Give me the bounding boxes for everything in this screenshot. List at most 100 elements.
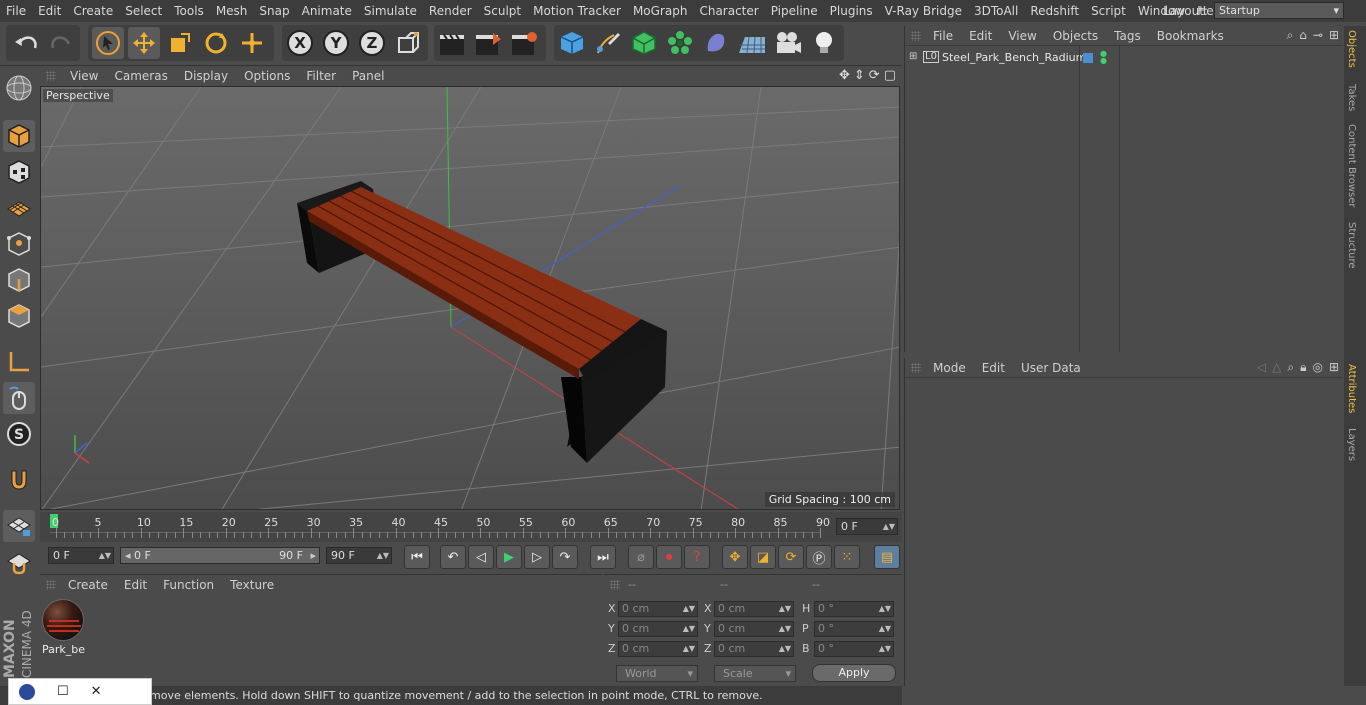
go-to-start-button[interactable]: ⏮ [404, 545, 430, 569]
menu-tools[interactable]: Tools [168, 0, 210, 22]
object-menu-bookmarks[interactable]: Bookmarks [1149, 29, 1232, 43]
attribute-menu-edit[interactable]: Edit [974, 361, 1013, 375]
render-settings-button[interactable] [508, 27, 540, 59]
render-view-button[interactable] [436, 27, 468, 59]
menu-script[interactable]: Script [1085, 0, 1132, 22]
key-parameter-button[interactable]: Ⓟ [806, 545, 832, 569]
tab-structure[interactable]: Structure [1346, 222, 1357, 269]
spinner-icon[interactable]: ▲▼ [779, 622, 791, 636]
rotate-tool-button[interactable] [200, 27, 232, 59]
record-keys-button[interactable]: ⌀ [628, 545, 654, 569]
viewport-menu-panel[interactable]: Panel [344, 66, 392, 86]
coord-value-field[interactable]: 0 ° ▲▼ [814, 621, 894, 637]
spinner-icon[interactable]: ▲▼ [683, 622, 695, 636]
menu-select[interactable]: Select [119, 0, 168, 22]
menu-animate[interactable]: Animate [296, 0, 358, 22]
spinner-icon[interactable]: ▲▼ [879, 622, 891, 636]
home-icon[interactable]: ⌂ [1299, 28, 1307, 43]
link-icon[interactable]: ⊸ [1313, 28, 1323, 43]
y-axis-button[interactable]: Y [320, 27, 352, 59]
layer-color-icon[interactable] [1083, 53, 1093, 63]
workplane-mode-button[interactable] [3, 192, 35, 224]
back-arrow-icon[interactable]: ◁ [1257, 360, 1266, 375]
material-menu-create[interactable]: Create [60, 578, 116, 592]
menu-redshift[interactable]: Redshift [1024, 0, 1085, 22]
make-editable-button[interactable] [3, 72, 35, 104]
key-pla-button[interactable]: ⁙ [834, 545, 860, 569]
render-picture-viewer-button[interactable] [472, 27, 504, 59]
pan-icon[interactable]: ✥ [839, 68, 850, 83]
visibility-dots-icon[interactable]: ● ● [1100, 50, 1107, 65]
perspective-viewport[interactable]: Perspective Grid Spacing : 100 cm [40, 86, 900, 510]
new-window-icon[interactable]: ⊞ [1329, 28, 1339, 43]
deformer-button[interactable] [700, 27, 732, 59]
viewport-menu-display[interactable]: Display [176, 66, 236, 86]
coord-value-field[interactable]: 0 cm ▲▼ [714, 641, 794, 657]
object-name[interactable]: Steel_Park_Bench_Radium [942, 51, 1086, 64]
points-mode-button[interactable] [3, 228, 35, 260]
coord-value-field[interactable]: 0 cm ▲▼ [618, 601, 698, 617]
workplane-lock-button[interactable] [3, 510, 35, 542]
maximize-icon[interactable]: ☐ [57, 684, 69, 699]
subdivision-button[interactable] [628, 27, 660, 59]
previous-key-button[interactable]: ↶ [440, 545, 466, 569]
texture-mode-button[interactable] [3, 156, 35, 188]
range-right-arrow-icon[interactable]: ▸ [310, 548, 316, 563]
workplane-snap-button[interactable] [3, 546, 35, 578]
axis-mode-button[interactable] [3, 346, 35, 378]
cloner-button[interactable] [664, 27, 696, 59]
key-rotation-button[interactable]: ⟳ [778, 545, 804, 569]
spinner-icon[interactable]: ▲▼ [99, 548, 111, 563]
object-row[interactable]: ⊞ L0 Steel_Park_Bench_Radium ● ● [905, 48, 1343, 68]
lock-icon[interactable]: 🔒︎ [1300, 360, 1306, 375]
spinner-icon[interactable]: ▲▼ [779, 642, 791, 656]
attribute-menu-mode[interactable]: Mode [925, 361, 974, 375]
menu-v-ray-bridge[interactable]: V-Ray Bridge [879, 0, 968, 22]
scale-tool-button[interactable] [164, 27, 196, 59]
z-axis-button[interactable]: Z [356, 27, 388, 59]
key-position-button[interactable]: ✥ [722, 545, 748, 569]
size-mode-dropdown[interactable]: Scale ▾ [714, 665, 796, 682]
select-tool-button[interactable] [92, 27, 124, 59]
pen-spline-button[interactable] [592, 27, 624, 59]
menu-file[interactable]: File [0, 0, 32, 22]
close-icon[interactable]: ✕ [91, 684, 102, 699]
object-menu-file[interactable]: File [925, 29, 961, 43]
material-menu-texture[interactable]: Texture [222, 578, 282, 592]
polygons-mode-button[interactable] [3, 300, 35, 332]
up-arrow-icon[interactable]: △ [1272, 360, 1281, 375]
object-menu-edit[interactable]: Edit [961, 29, 1000, 43]
coord-value-field[interactable]: 0 ° ▲▼ [814, 601, 894, 617]
coord-value-field[interactable]: 0 cm ▲▼ [714, 621, 794, 637]
spinner-icon[interactable]: ▲▼ [879, 602, 891, 616]
tab-attributes[interactable]: Attributes [1346, 364, 1357, 413]
dolly-icon[interactable]: ⇕ [854, 68, 865, 83]
tab-content-browser[interactable]: Content Browser [1346, 124, 1357, 207]
material-menu-function[interactable]: Function [155, 578, 222, 592]
range-left-arrow-icon[interactable]: ◂ [125, 549, 134, 562]
tab-layers[interactable]: Layers [1346, 428, 1357, 461]
spinner-icon[interactable]: ▲▼ [879, 642, 891, 656]
layout-dropdown[interactable]: Startup [1214, 2, 1344, 19]
light-button[interactable] [808, 27, 840, 59]
menu-edit[interactable]: Edit [32, 0, 67, 22]
menu-render[interactable]: Render [423, 0, 478, 22]
start-frame-field[interactable]: 0 F ▲▼ [48, 547, 114, 564]
spinner-icon[interactable]: ▲▼ [683, 602, 695, 616]
search-icon[interactable]: ⌕ [1287, 28, 1294, 43]
move-tool-button[interactable] [128, 27, 160, 59]
object-menu-view[interactable]: View [1000, 29, 1044, 43]
snap-button[interactable] [3, 464, 35, 496]
key-scale-button[interactable]: ◪ [750, 545, 776, 569]
menu-simulate[interactable]: Simulate [358, 0, 423, 22]
coord-value-field[interactable]: 0 cm ▲▼ [618, 641, 698, 657]
spinner-icon[interactable]: ▲▼ [377, 548, 389, 563]
maximize-icon[interactable]: ▢ [884, 68, 896, 83]
model-mode-button[interactable] [3, 120, 35, 152]
search-icon[interactable]: ⌕ [1287, 360, 1294, 375]
edges-mode-button[interactable] [3, 264, 35, 296]
attribute-menu-user-data[interactable]: User Data [1013, 361, 1089, 375]
menu-character[interactable]: Character [693, 0, 764, 22]
camera-button[interactable] [772, 27, 804, 59]
tab-takes[interactable]: Takes [1346, 84, 1357, 111]
